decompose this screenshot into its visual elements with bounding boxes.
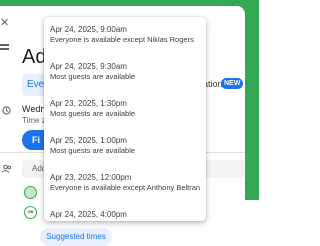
guest-avatar: OK [24,206,37,219]
time-option[interactable]: Apr 24, 2025, 4:00pm [44,202,206,221]
time-option[interactable]: Apr 23, 2025, 1:30pm Most guests are ava… [44,91,206,128]
people-icon [2,164,12,173]
suggested-times-button[interactable]: Suggested times [40,228,112,246]
option-availability: Most guests are available [50,109,136,118]
option-availability: Everyone is available except Niklas Roge… [50,35,194,44]
option-time: Apr 23, 2025, 12:00pm [50,173,132,182]
option-time: Apr 24, 2025, 9:00am [50,25,127,34]
guest-avatar [24,186,37,199]
option-availability: Everyone is available except Anthony Bel… [50,183,201,192]
option-time: Apr 24, 2025, 4:00pm [50,210,127,219]
clock-icon [2,106,11,115]
menu-icon [0,44,9,54]
option-time: Apr 23, 2025, 1:30pm [50,99,127,108]
time-option[interactable]: Apr 23, 2025, 12:00pm Everyone is availa… [44,165,206,202]
new-badge: NEW [221,78,244,89]
option-availability: Most guests are available [50,72,136,81]
option-time: Apr 24, 2025, 9:30am [50,62,127,71]
suggested-times-dropdown: Apr 24, 2025, 9:00am Everyone is availab… [44,17,206,221]
time-option[interactable]: Apr 24, 2025, 9:30am Most guests are ava… [44,54,206,91]
option-time: Apr 25, 2025, 1:00pm [50,136,127,145]
option-availability: Most guests are available [50,146,136,155]
time-option[interactable]: Apr 25, 2025, 1:00pm Most guests are ava… [44,128,206,165]
time-option[interactable]: Apr 24, 2025, 9:00am Everyone is availab… [44,17,206,54]
background-band-right [245,0,259,213]
close-icon[interactable]: ✕ [0,18,10,29]
